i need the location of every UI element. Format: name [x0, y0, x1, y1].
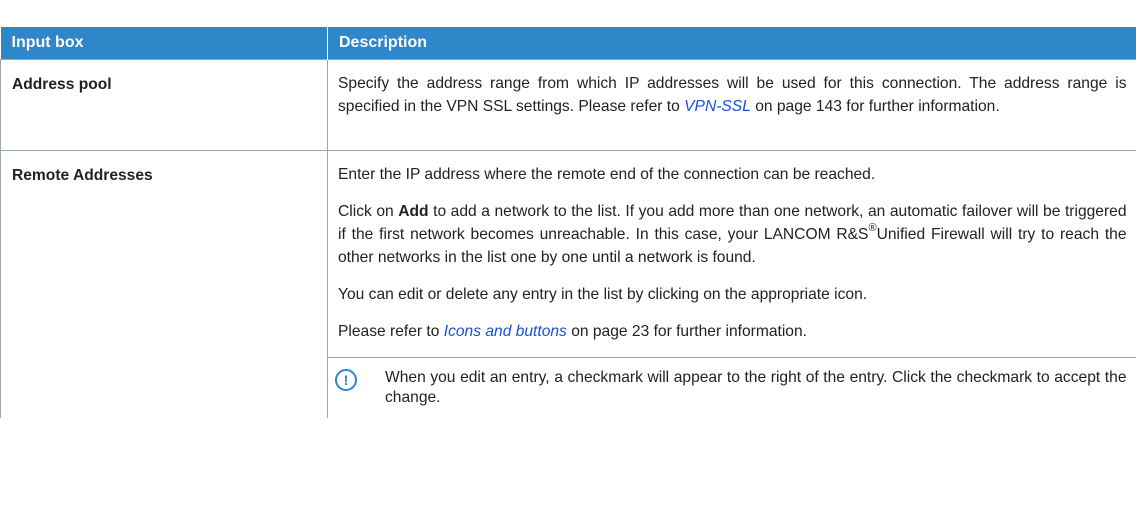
text: on page 143 for further information. [750, 98, 1000, 115]
input-box-table: Input box Description Address pool Speci… [0, 27, 1136, 418]
add-term: Add [398, 203, 429, 220]
description-paragraph: Click on Add to add a network to the lis… [338, 200, 1127, 269]
registered-mark: ® [868, 222, 877, 234]
text: on page 23 for further information. [566, 323, 807, 340]
description-paragraph: You can edit or delete any entry in the … [338, 286, 868, 303]
row-description: Specify the address range from which IP … [327, 59, 1136, 151]
page: Input box Description Address pool Speci… [0, 0, 1136, 516]
text: Please refer to [338, 323, 444, 340]
note-text: When you edit an entry, a checkmark will… [385, 369, 1127, 406]
table-row: Remote Addresses Enter the IP address wh… [0, 150, 1136, 418]
note-box: ! When you edit an entry, a checkmark wi… [328, 357, 1136, 408]
link-icons-and-buttons[interactable]: Icons and buttons [444, 323, 567, 340]
description-paragraph: Enter the IP address where the remote en… [338, 166, 876, 183]
description-paragraph: Please refer to Icons and buttons on pag… [338, 320, 1127, 343]
info-exclamation-icon: ! [335, 369, 357, 391]
row-description: Enter the IP address where the remote en… [327, 150, 1136, 418]
column-header-input-box: Input box [0, 27, 328, 60]
row-label-address-pool: Address pool [0, 59, 328, 151]
table-header-row: Input box Description [0, 27, 1136, 60]
link-vpn-ssl[interactable]: VPN-SSL [684, 98, 751, 115]
column-header-description: Description [327, 27, 1136, 60]
table-row: Address pool Specify the address range f… [0, 59, 1136, 151]
description-paragraph: Specify the address range from which IP … [338, 72, 1127, 118]
text: Click on [338, 203, 399, 220]
row-label-remote-addresses: Remote Addresses [0, 150, 328, 418]
